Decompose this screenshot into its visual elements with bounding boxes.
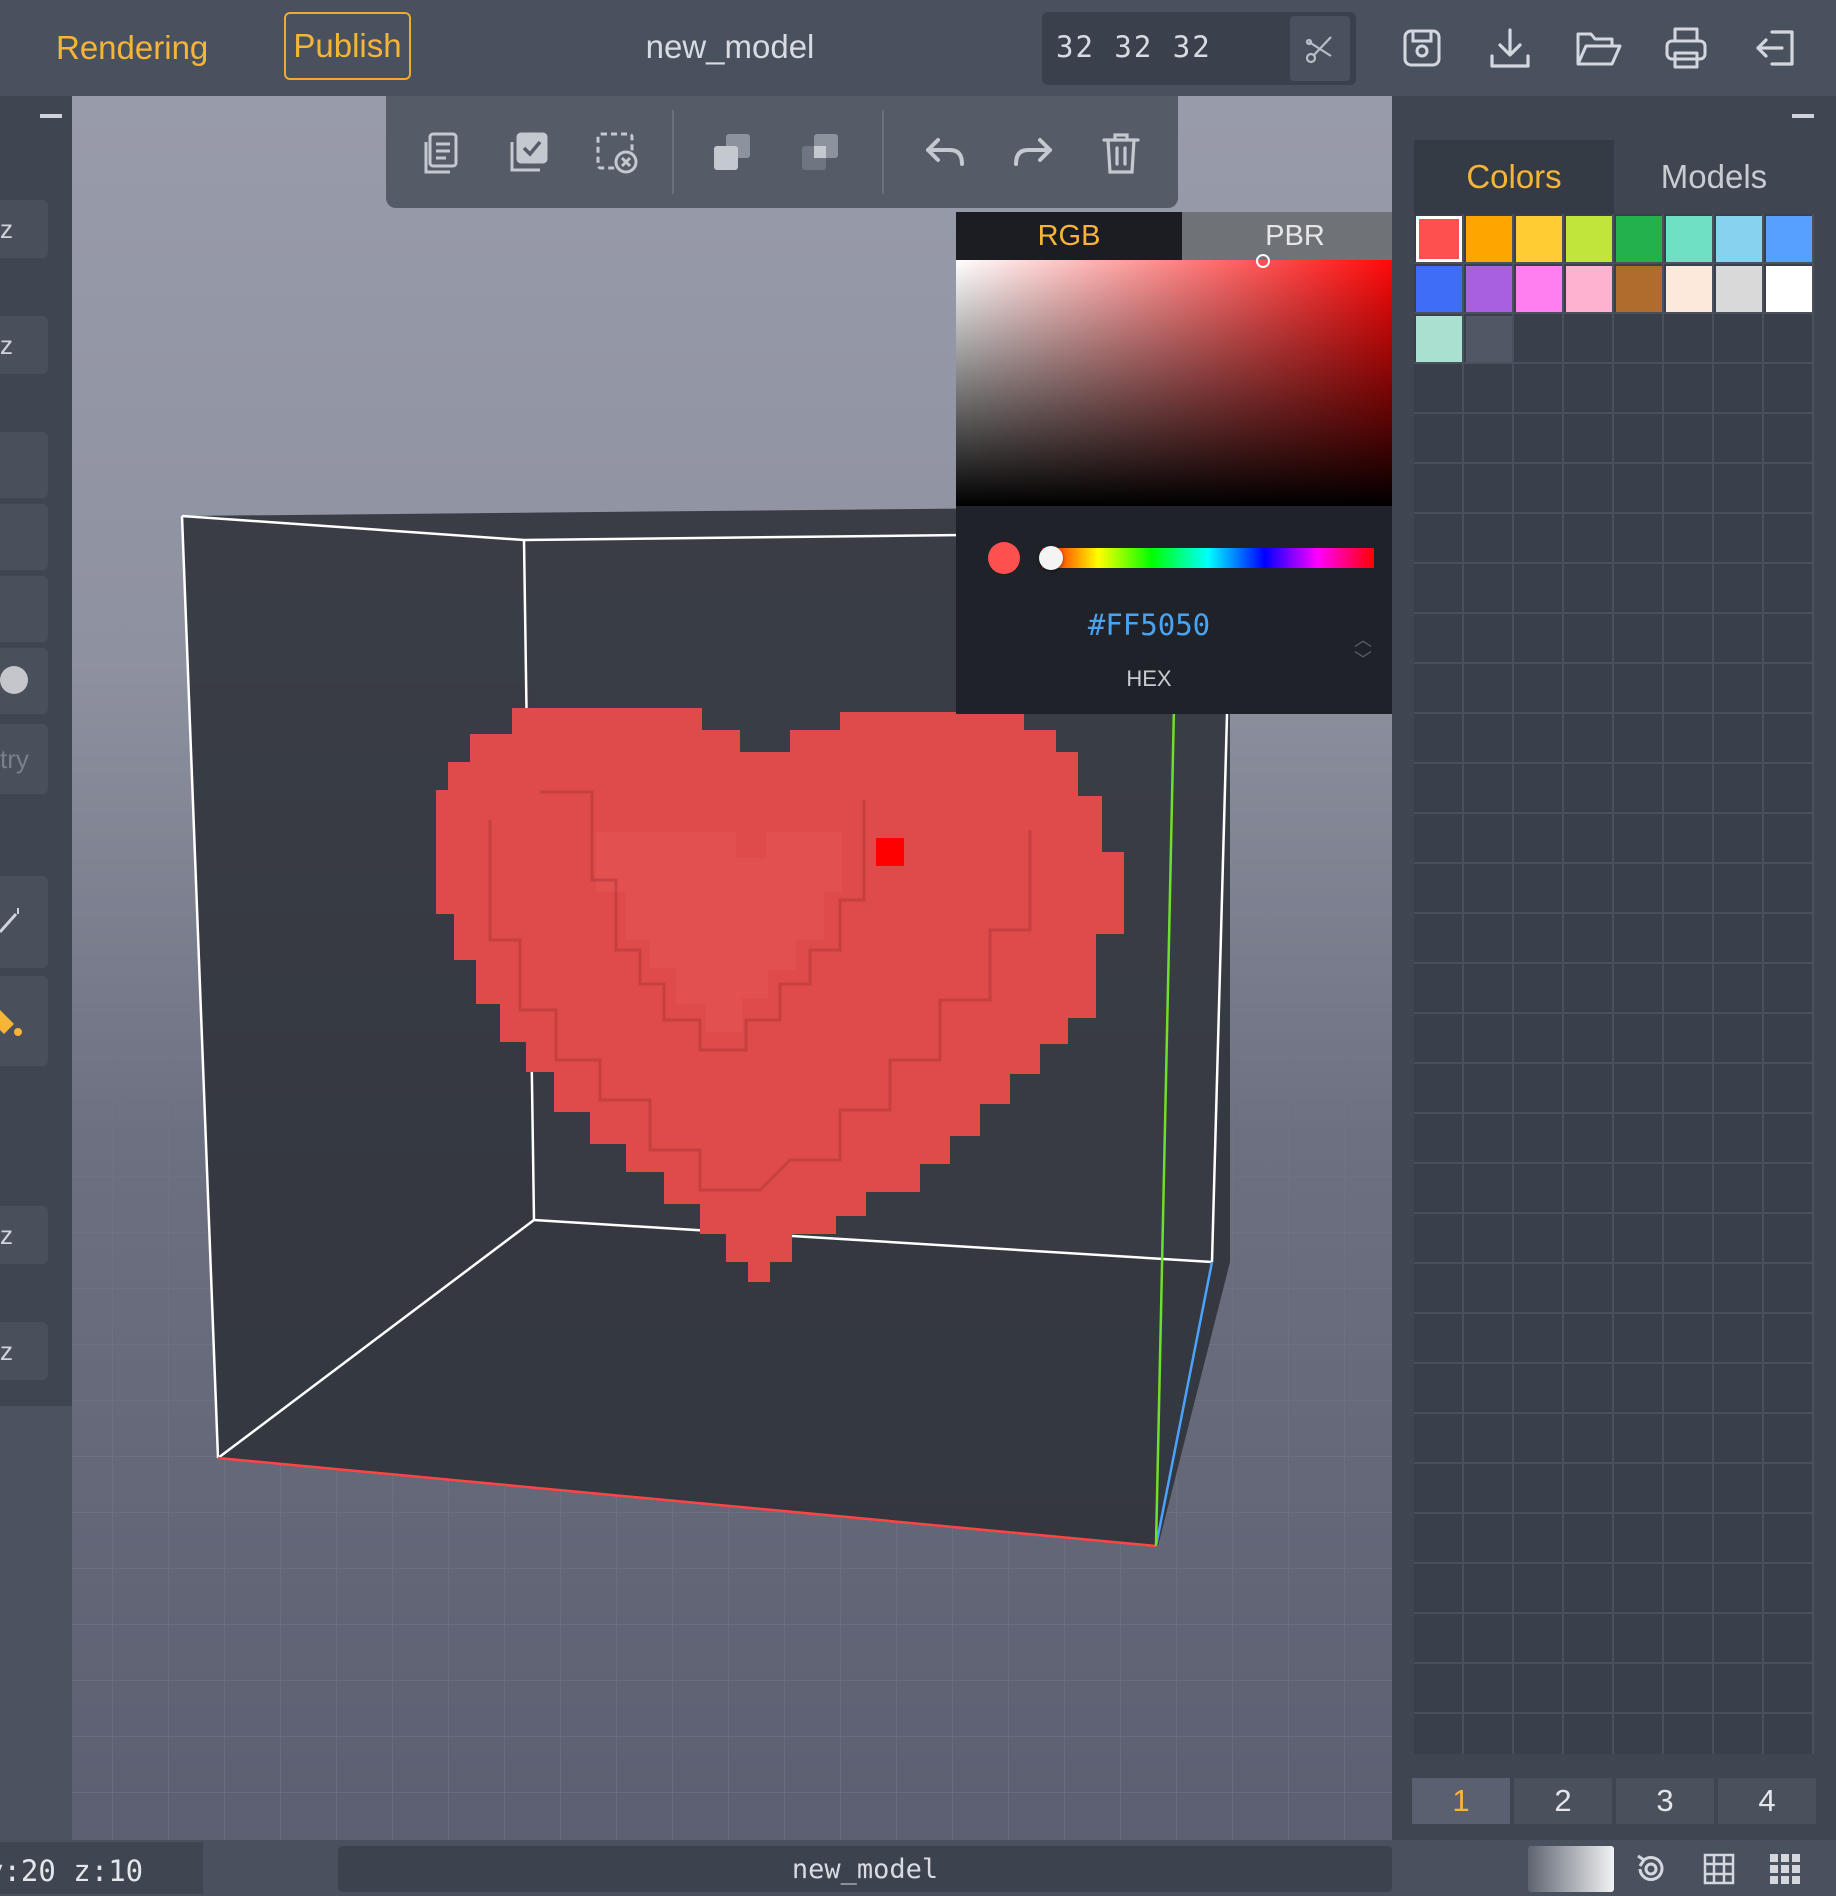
tab-colors[interactable]: Colors	[1414, 140, 1614, 214]
saturation-value-cursor[interactable]	[1256, 254, 1270, 268]
color-palette-grid[interactable]	[1414, 214, 1814, 1754]
undo-icon[interactable]	[922, 130, 968, 176]
model-name-title: new_model	[645, 28, 815, 65]
palette-swatch[interactable]	[1566, 216, 1612, 262]
color-picker: RGB PBR #FF5050 HEX ︿ ﹀	[956, 212, 1408, 714]
left-tool-7[interactable]: try	[0, 724, 48, 794]
palette-page-3[interactable]: 3	[1616, 1778, 1714, 1824]
palette-swatch[interactable]	[1566, 266, 1612, 312]
publish-button[interactable]: Publish	[284, 12, 411, 80]
left-tool-8[interactable]: z	[0, 1206, 48, 1264]
save-icon[interactable]	[1398, 24, 1446, 72]
right-panel: Colors Models 1 2 3 4	[1392, 96, 1836, 1840]
left-tool-2[interactable]: z	[0, 316, 48, 374]
palette-page-4[interactable]: 4	[1718, 1778, 1816, 1824]
palette-swatch[interactable]	[1716, 216, 1762, 262]
select-all-icon[interactable]	[506, 130, 552, 176]
edit-toolbar	[386, 96, 1178, 208]
orbit-camera-icon[interactable]	[1634, 1852, 1668, 1886]
magic-wand-icon	[0, 908, 19, 933]
paint-bucket-icon	[0, 1010, 22, 1036]
left-tool-6[interactable]	[0, 648, 48, 714]
environment-preview[interactable]	[1528, 1846, 1614, 1892]
left-tool-label: z	[0, 1220, 13, 1250]
palette-page-2[interactable]: 2	[1514, 1778, 1612, 1824]
left-tool-label: z	[0, 330, 13, 360]
exit-icon[interactable]	[1752, 24, 1800, 72]
left-tool-label: z	[0, 1336, 13, 1366]
toolbar-divider	[882, 110, 884, 194]
saturation-value-area[interactable]	[956, 260, 1408, 506]
left-tool-5[interactable]	[0, 576, 48, 642]
hue-slider[interactable]	[1042, 548, 1374, 568]
left-tool-magic[interactable]	[0, 876, 48, 968]
left-tool-panel: z z try z z	[0, 96, 72, 1406]
format-toggle-icon[interactable]: ︿ ﹀	[1348, 630, 1378, 670]
tab-models[interactable]: Models	[1614, 140, 1814, 214]
coordinates-box: y:20 z:10	[0, 1842, 203, 1894]
left-tool-1[interactable]: z	[0, 200, 48, 258]
palette-swatch[interactable]	[1616, 216, 1662, 262]
split-layers-icon[interactable]	[798, 130, 844, 176]
palette-swatch[interactable]	[1516, 216, 1562, 262]
dimensions-value[interactable]: 32 32 32	[1056, 30, 1212, 64]
palette-swatch[interactable]	[1666, 266, 1712, 312]
left-tool-fill[interactable]	[0, 976, 48, 1066]
palette-swatch[interactable]	[1466, 316, 1512, 362]
palette-swatch[interactable]	[1466, 266, 1512, 312]
palette-swatch[interactable]	[1416, 216, 1462, 262]
palette-page-1[interactable]: 1	[1412, 1778, 1510, 1824]
copy-icon[interactable]	[418, 130, 464, 176]
palette-swatch[interactable]	[1716, 266, 1762, 312]
folder-open-icon[interactable]	[1574, 24, 1622, 72]
hex-label: HEX	[1126, 666, 1172, 691]
deselect-icon[interactable]	[594, 130, 640, 176]
dimensions-field[interactable]: 32 32 32	[1042, 12, 1356, 85]
redo-icon[interactable]	[1010, 130, 1056, 176]
palette-swatch[interactable]	[1416, 266, 1462, 312]
grid-icon[interactable]	[1702, 1852, 1736, 1886]
top-bar: Rendering Publish new_model 32 32 32	[0, 0, 1836, 96]
left-tool-3[interactable]	[0, 432, 48, 498]
palette-swatch[interactable]	[1516, 266, 1562, 312]
scissors-icon	[1305, 35, 1332, 63]
print-icon[interactable]	[1662, 24, 1710, 72]
scissors-button[interactable]	[1290, 16, 1350, 81]
palette-swatch[interactable]	[1616, 266, 1662, 312]
left-tool-9[interactable]: z	[0, 1322, 48, 1380]
current-color-swatch	[988, 542, 1020, 574]
left-tool-label: z	[0, 214, 13, 244]
left-tool-label: try	[0, 744, 29, 774]
merge-layers-icon[interactable]	[710, 130, 756, 176]
tab-rgb[interactable]: RGB	[956, 212, 1182, 260]
circle-icon	[0, 666, 28, 694]
palette-swatch[interactable]	[1416, 316, 1462, 362]
download-icon[interactable]	[1486, 24, 1534, 72]
delete-icon[interactable]	[1098, 130, 1144, 176]
dense-grid-icon[interactable]	[1768, 1852, 1802, 1886]
model-name-status: new_model	[791, 1854, 939, 1885]
left-collapse-button[interactable]	[40, 114, 62, 118]
tab-pbr[interactable]: PBR	[1182, 212, 1408, 260]
coordinates-readout: y:20 z:10	[0, 1854, 144, 1888]
model-name-box[interactable]: new_model	[338, 1846, 1392, 1892]
palette-swatch[interactable]	[1466, 216, 1512, 262]
palette-swatch[interactable]	[1766, 216, 1812, 262]
toolbar-divider	[672, 110, 674, 194]
hue-slider-thumb[interactable]	[1039, 546, 1063, 570]
palette-swatch[interactable]	[1666, 216, 1712, 262]
rendering-button[interactable]: Rendering	[56, 29, 208, 67]
palette-swatch[interactable]	[1766, 266, 1812, 312]
right-collapse-button[interactable]	[1792, 114, 1814, 118]
voxel-cursor	[876, 838, 904, 866]
hex-value-input[interactable]: #FF5050	[956, 608, 1342, 642]
left-tool-4[interactable]	[0, 504, 48, 570]
status-bar: y:20 z:10 new_model	[0, 1840, 1836, 1896]
